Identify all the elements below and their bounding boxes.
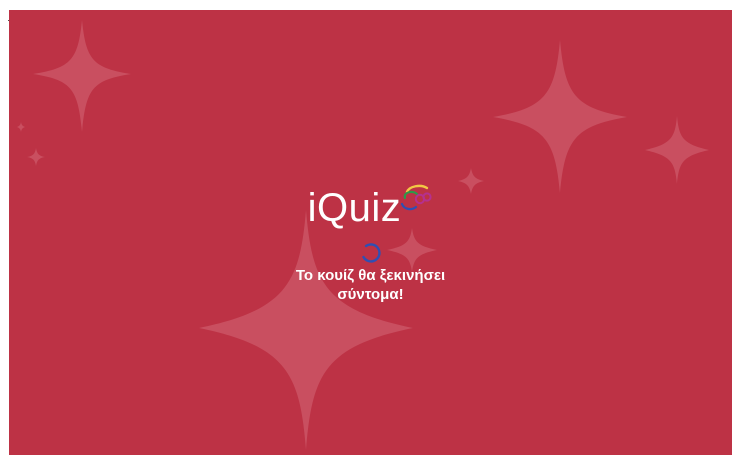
- quiz-loading-screen: iQuiz Το κουίζ θα ξεκινήσει σύντομα!: [9, 10, 732, 455]
- iquiz-logo: iQuiz: [308, 178, 434, 230]
- loading-message: Το κουίζ θα ξεκινήσει σύντομα!: [295, 267, 446, 303]
- iquiz-brain-icon: [401, 184, 432, 211]
- loading-content: iQuiz Το κουίζ θα ξεκινήσει σύντομα!: [9, 178, 732, 304]
- logo-text: iQuiz: [307, 186, 402, 230]
- loading-spinner-icon: [361, 243, 381, 263]
